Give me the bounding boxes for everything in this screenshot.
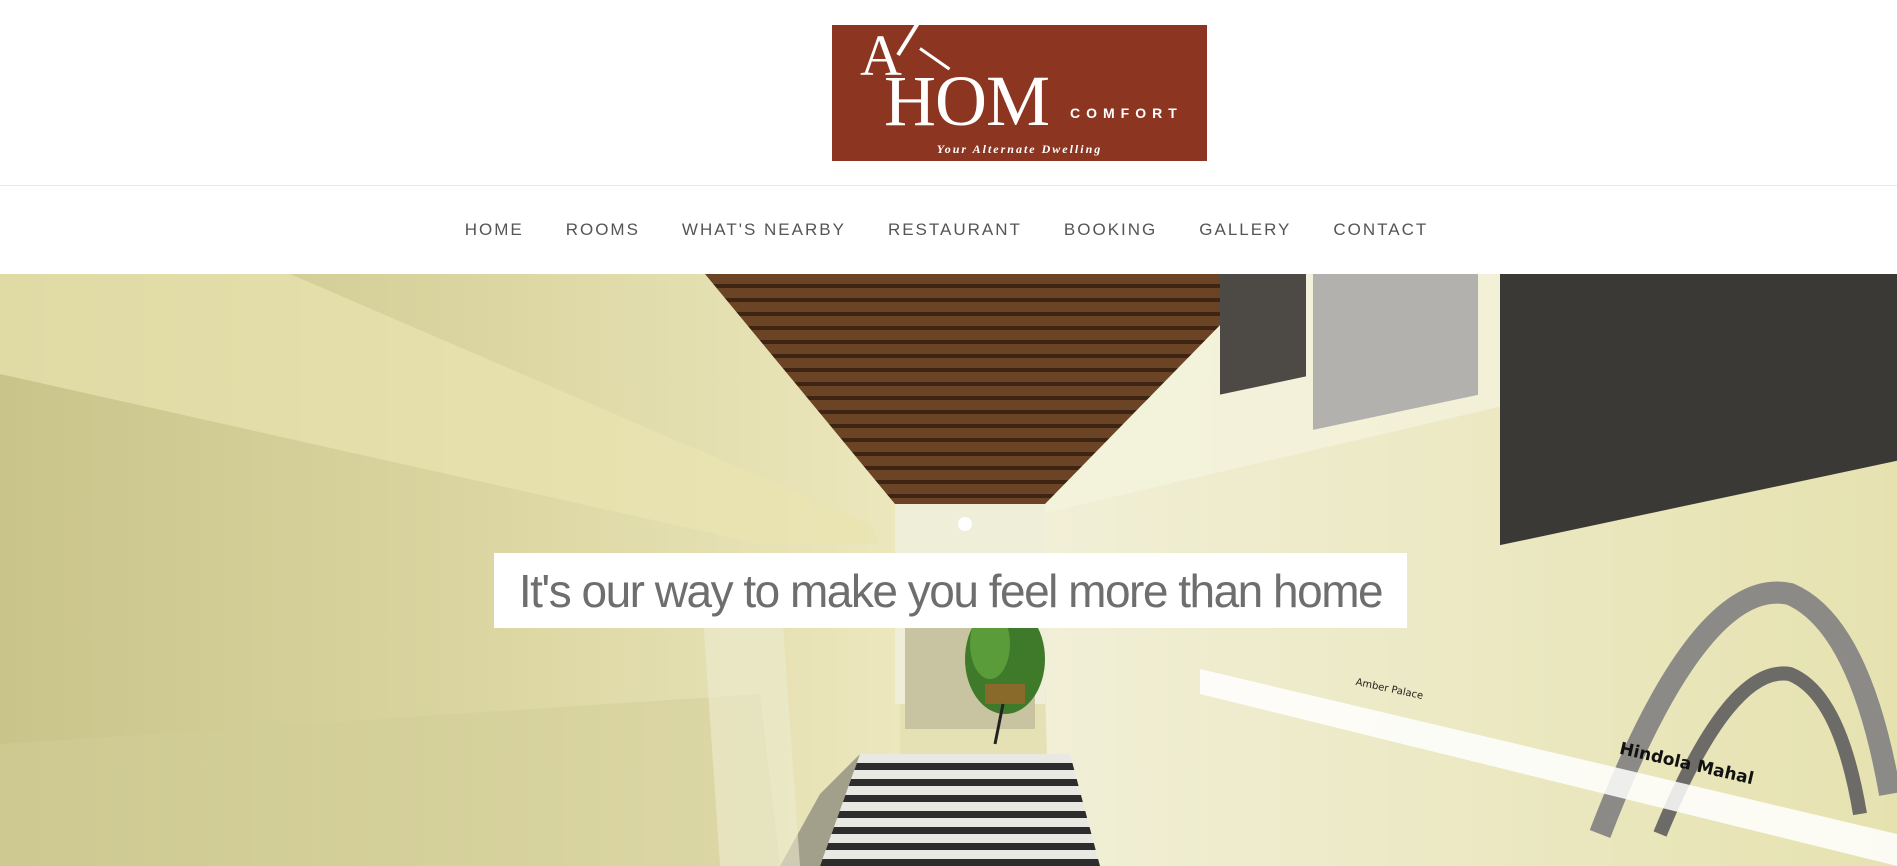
nav-item-restaurant[interactable]: RESTAURANT	[867, 220, 1043, 240]
site-logo[interactable]: A HOM COMFORT Your Alternate Dwelling	[832, 25, 1207, 161]
nav-item-home[interactable]: HOME	[444, 220, 545, 240]
site-header: A HOM COMFORT Your Alternate Dwelling	[0, 0, 1897, 186]
nav-item-contact[interactable]: CONTACT	[1312, 220, 1449, 240]
hero-caption: It's our way to make you feel more than …	[494, 553, 1407, 628]
nav-menu: HOME ROOMS WHAT'S NEARBY RESTAURANT BOOK…	[444, 220, 1450, 240]
nav-item-gallery[interactable]: GALLERY	[1178, 220, 1312, 240]
nav-item-rooms[interactable]: ROOMS	[545, 220, 661, 240]
logo-comfort-text: COMFORT	[1070, 105, 1183, 121]
logo-letters-hom: HOM	[884, 61, 1050, 141]
logo-tagline: Your Alternate Dwelling	[936, 142, 1103, 156]
nav-item-booking[interactable]: BOOKING	[1043, 220, 1178, 240]
main-navigation: HOME ROOMS WHAT'S NEARBY RESTAURANT BOOK…	[0, 186, 1897, 274]
nav-item-whats-nearby[interactable]: WHAT'S NEARBY	[661, 220, 867, 240]
hero-banner: Amber Palace Hindola Mahal It's our way …	[0, 274, 1897, 866]
